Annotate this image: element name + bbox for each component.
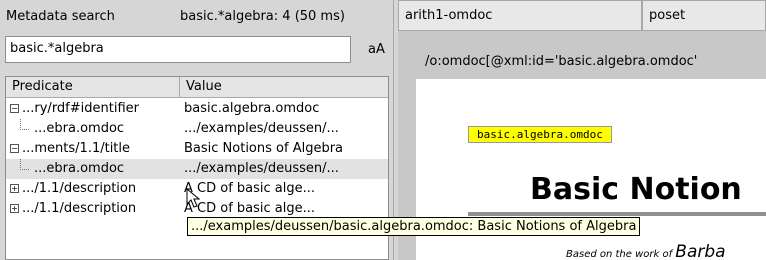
- tree-line-icon: [20, 159, 29, 170]
- expand-icon[interactable]: +: [10, 204, 19, 213]
- value-cell: A CD of basic alge...: [184, 201, 316, 216]
- value-column-header[interactable]: Value: [180, 77, 388, 98]
- predicate-cell: ...ebra.omdoc: [34, 161, 125, 176]
- case-sensitive-toggle[interactable]: aA: [368, 42, 385, 57]
- tab-poset[interactable]: poset: [642, 0, 766, 31]
- predicate-cell: .../1.1/description: [22, 181, 137, 196]
- xpath-path: /o:omdoc[@xml:id='basic.algebra.omdoc': [425, 54, 698, 69]
- expand-icon[interactable]: +: [10, 184, 19, 193]
- value-cell: .../examples/deussen/...: [184, 121, 339, 136]
- table-row[interactable]: ...ebra.omdoc .../examples/deussen/...: [6, 119, 388, 139]
- mouse-pointer-icon: [186, 188, 200, 208]
- collapse-icon[interactable]: −: [10, 104, 19, 113]
- table-row[interactable]: − ...ry/rdf#identifier basic.algebra.omdoc: [6, 99, 388, 119]
- tab-arith1-omdoc[interactable]: arith1-omdoc: [398, 0, 642, 31]
- panel-header: Metadata search basic.*algebra: 4 (50 ms…: [0, 0, 393, 34]
- value-cell: basic.algebra.omdoc: [184, 101, 320, 116]
- search-input[interactable]: [6, 37, 340, 60]
- collapse-icon[interactable]: −: [10, 144, 19, 153]
- based-on-prefix: Based on the work of: [566, 249, 676, 260]
- search-field[interactable]: [5, 36, 351, 63]
- value-tooltip: .../examples/deussen/basic.algebra.omdoc…: [187, 217, 641, 236]
- predicate-cell: ...ments/1.1/title: [22, 141, 131, 156]
- value-cell: .../examples/deussen/...: [184, 161, 339, 176]
- table-row[interactable]: ...ebra.omdoc .../examples/deussen/...: [6, 159, 388, 179]
- based-on-line: Based on the work of Barba: [566, 242, 726, 260]
- document-title: Basic Notion: [530, 172, 742, 207]
- predicate-cell: .../1.1/description: [22, 201, 137, 216]
- author-name: Barba: [675, 242, 726, 260]
- predicate-column-header[interactable]: Predicate: [6, 77, 180, 98]
- title-rule: [468, 212, 766, 216]
- predicate-cell: ...ebra.omdoc: [34, 121, 125, 136]
- tree-line-icon: [20, 119, 29, 130]
- table-row[interactable]: − ...ments/1.1/title Basic Notions of Alge…: [6, 139, 388, 159]
- panel-title: Metadata search: [6, 9, 115, 24]
- value-cell: A CD of basic alge...: [184, 181, 316, 196]
- value-cell: Basic Notions of Algebra: [184, 141, 344, 156]
- predicate-cell: ...ry/rdf#identifier: [22, 101, 139, 116]
- search-status: basic.*algebra: 4 (50 ms): [180, 9, 345, 24]
- highlighted-id-badge[interactable]: basic.algebra.omdoc: [468, 126, 612, 143]
